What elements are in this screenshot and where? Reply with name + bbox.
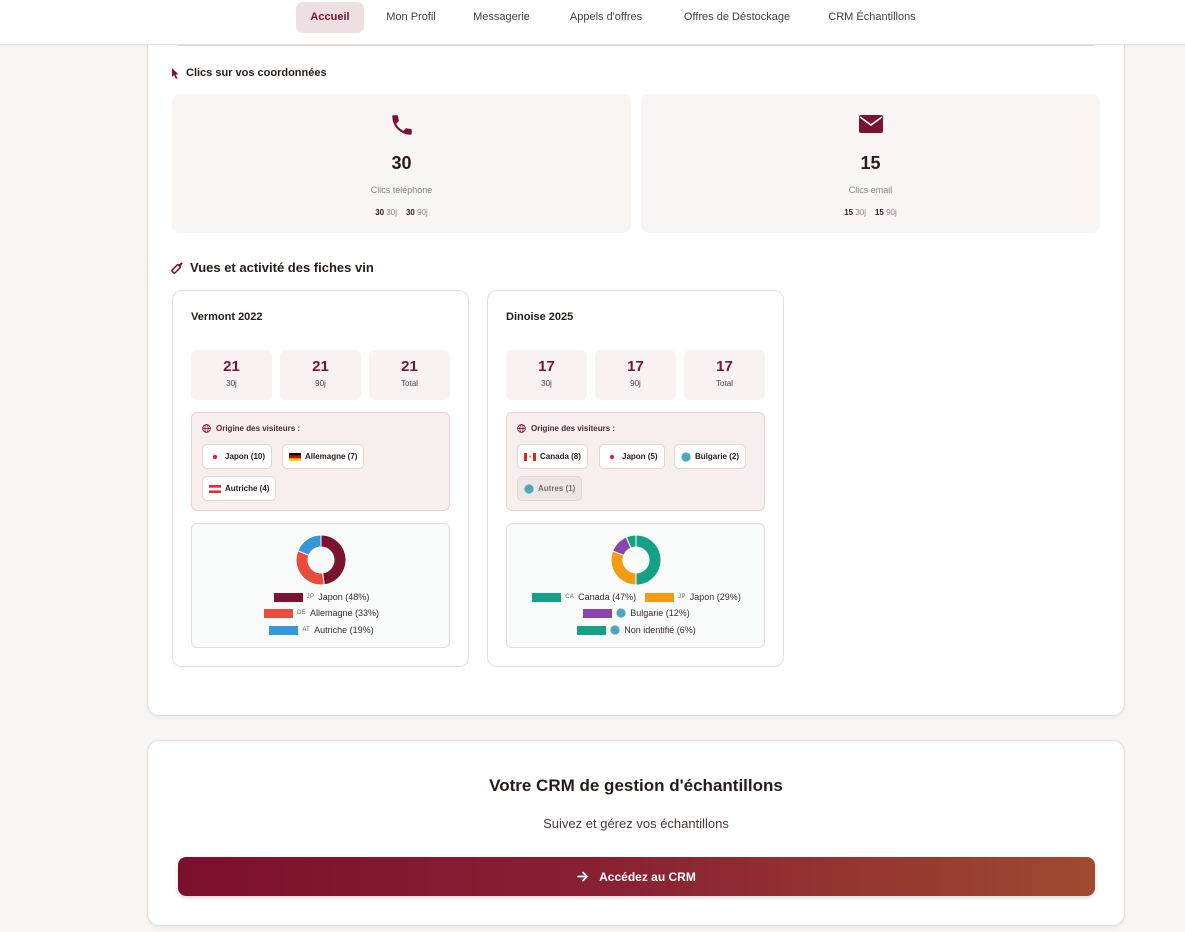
globe-icon: [610, 625, 620, 635]
crm-title: Votre CRM de gestion d'échantillons: [489, 776, 783, 795]
donut-chart: [295, 534, 347, 586]
legend-item: DE Allemagne (33%): [264, 608, 379, 618]
flag-ca-icon: [524, 452, 536, 461]
clicks-section-title: Clics sur vos coordonnées: [171, 67, 327, 79]
origin-chip-allemagne: Allemagne (7): [282, 444, 365, 469]
flag-jp-icon: [209, 452, 221, 461]
access-crm-button[interactable]: Accédez au CRM: [178, 857, 1095, 896]
phone-clicks-card: 30 Clics téléphone 30 30j 30 90j: [172, 94, 631, 233]
flag-at-icon: [209, 484, 221, 493]
donut-slice-autriche: [297, 534, 322, 556]
tab-mon-profil[interactable]: Mon Profil: [376, 2, 446, 33]
legend-swatch: [577, 625, 607, 635]
email-clicks-value: 15: [860, 153, 881, 173]
stat-total: 21 Total: [369, 350, 450, 400]
stat-90j: 21 90j: [280, 350, 361, 400]
stat-total: 17 Total: [684, 350, 765, 400]
tab-offres-destockage[interactable]: Offres de Déstockage: [672, 2, 802, 33]
divider: [178, 45, 1094, 46]
donut-slice-allemagne: [295, 550, 325, 586]
email-clicks-label: Clics email: [848, 185, 893, 195]
crm-subtitle: Suivez et gérez vos échantillons: [543, 816, 729, 831]
access-crm-label: Accédez au CRM: [599, 869, 696, 884]
legend-swatch: [269, 625, 299, 635]
wine-card-dinoise: Dinoise 2025 17 30j 17 90j 17 Total Origine…: [487, 290, 784, 667]
origin-chip-bulgarie: Bulgarie (2): [674, 444, 747, 469]
phone-icon: [391, 115, 412, 135]
stat-30j: 17 30j: [506, 350, 587, 400]
visitor-origin-box: Origine des visiteurs : Japon (10) Allem…: [191, 412, 450, 511]
wine-name: Dinoise 2025: [506, 311, 574, 323]
tab-appels-offres[interactable]: Appels d'offres: [558, 2, 654, 33]
wine-bottle-icon: [171, 262, 183, 274]
donut-slice-japon: [610, 550, 637, 586]
email-clicks-card: 15 Clics email 15 30j 15 90j: [641, 94, 1100, 233]
arrow-right-icon: [577, 871, 588, 882]
flag-de-icon: [289, 452, 301, 461]
legend-swatch: [273, 592, 303, 602]
legend-item: JP Japon (29%): [645, 592, 741, 602]
cursor-icon: [172, 67, 179, 79]
email-clicks-breakdown: 15 30j 15 90j: [844, 208, 897, 217]
origin-chart-box: CA Canada (47%) JP Japon (29%) Bulgarie (1…: [506, 523, 765, 648]
globe-icon: [616, 608, 626, 618]
donut-chart: [610, 534, 662, 586]
origin-chip-autriche: Autriche (4): [202, 476, 277, 501]
origin-chip-autres: Autres (1): [517, 476, 583, 501]
legend-item: JP Japon (48%): [273, 592, 369, 602]
phone-clicks-value: 30: [391, 153, 412, 173]
wine-card-vermont: Vermont 2022 21 30j 21 90j 21 Total Origine…: [172, 290, 469, 667]
globe-icon: [681, 451, 691, 462]
legend-item: Bulgarie (12%): [583, 608, 690, 618]
legend-swatch: [583, 608, 613, 618]
flag-jp-icon: [606, 452, 618, 461]
origin-chip-japon: Japon (10): [202, 444, 273, 469]
wines-section-title: Vues et activité des fiches vin: [171, 260, 374, 275]
tab-accueil[interactable]: Accueil: [296, 2, 364, 33]
donut-slice-canada: [635, 534, 662, 586]
globe-icon: [202, 424, 211, 433]
crm-card: Votre CRM de gestion d'échantillons Suiv…: [147, 740, 1125, 926]
tab-crm-echantillons[interactable]: CRM Échantillons: [818, 2, 926, 33]
origin-chart-box: JP Japon (48%) DE Allemagne (33%) AT Autric…: [191, 523, 450, 648]
phone-clicks-breakdown: 30 30j 30 90j: [375, 208, 428, 217]
stat-30j: 21 30j: [191, 350, 272, 400]
origin-title-text: Origine des visiteurs :: [216, 424, 301, 433]
visitor-origin-box: Origine des visiteurs : Canada (8) Japon…: [506, 412, 765, 511]
donut-slice-japon: [320, 534, 347, 586]
origin-chip-japon: Japon (5): [599, 444, 665, 469]
tab-messagerie[interactable]: Messagerie: [463, 2, 540, 33]
wine-name: Vermont 2022: [191, 311, 263, 323]
legend-swatch: [532, 592, 562, 602]
legend-item: AT Autriche (19%): [269, 625, 374, 635]
legend-swatch: [645, 592, 675, 602]
clicks-title-text: Clics sur vos coordonnées: [186, 67, 327, 79]
legend-swatch: [264, 608, 293, 618]
envelope-icon: [858, 115, 883, 133]
globe-icon: [517, 424, 526, 433]
wines-title-text: Vues et activité des fiches vin: [190, 260, 374, 275]
stat-90j: 17 90j: [595, 350, 676, 400]
legend-item: Non identifié (6%): [577, 625, 696, 635]
top-navigation: Accueil Mon Profil Messagerie Appels d'o…: [0, 0, 1185, 45]
origin-title-text: Origine des visiteurs :: [531, 424, 616, 433]
origin-chip-canada: Canada (8): [517, 444, 588, 469]
globe-icon: [524, 483, 534, 494]
phone-clicks-label: Clics téléphone: [370, 185, 433, 195]
legend-item: CA Canada (47%): [532, 592, 636, 602]
